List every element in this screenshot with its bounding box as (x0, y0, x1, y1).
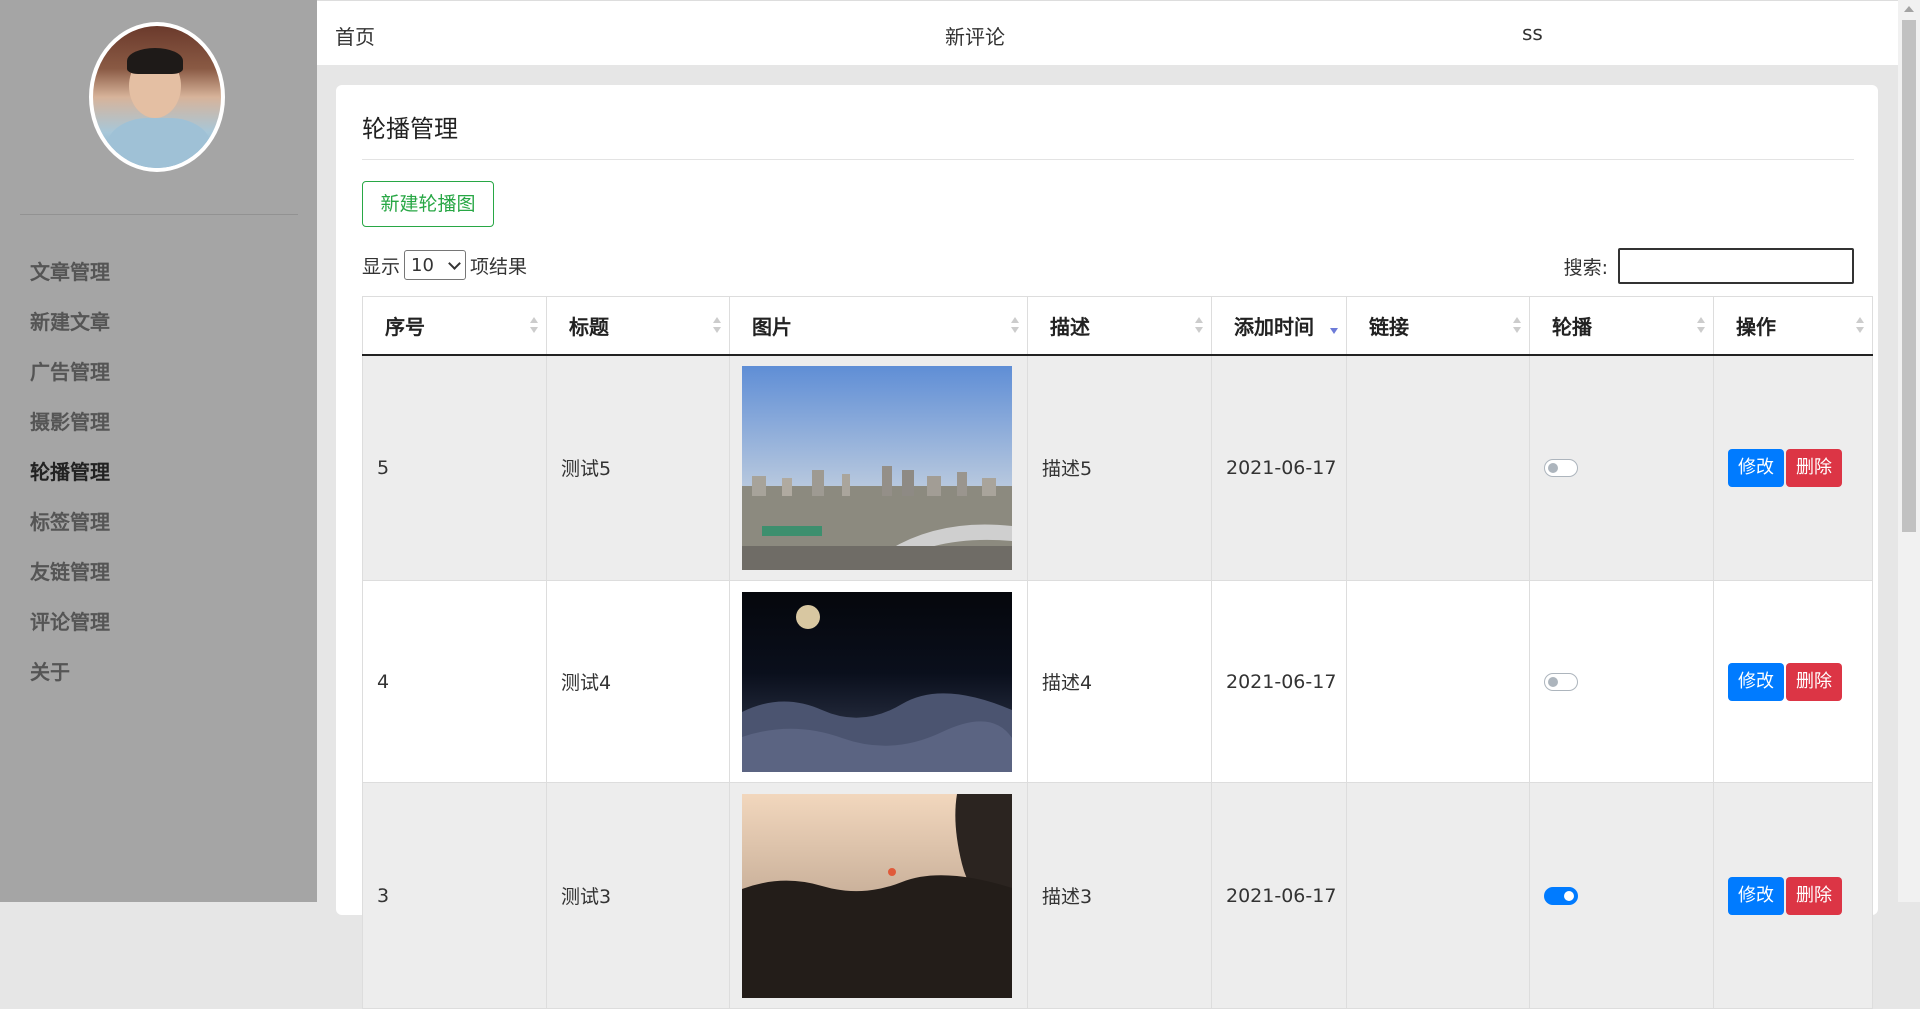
cell-id: 4 (362, 580, 547, 783)
column-header[interactable]: 图片 (729, 296, 1028, 356)
sidebar-item-about[interactable]: 关于 (30, 652, 110, 702)
column-header[interactable]: 标题 (546, 296, 730, 356)
page-title: 轮播管理 (362, 115, 458, 143)
page-scrollbar[interactable] (1898, 0, 1920, 902)
delete-button[interactable]: 删除 (1786, 876, 1842, 915)
sort-icon (1011, 317, 1019, 335)
sort-icon (1856, 317, 1864, 335)
delete-button[interactable]: 删除 (1786, 448, 1842, 487)
cell-id: 3 (362, 782, 547, 1009)
cell-carousel (1529, 580, 1714, 783)
scroll-up-icon[interactable] (1904, 6, 1914, 12)
chevron-down-icon (448, 256, 461, 270)
cell-desc: 描述3 (1027, 782, 1212, 1009)
cell-date: 2021-06-17 (1211, 354, 1347, 581)
length-prefix: 显示 (362, 255, 401, 278)
column-header[interactable]: 序号 (362, 296, 547, 356)
cell-image (729, 782, 1028, 1009)
column-header[interactable]: 操作 (1713, 296, 1873, 356)
cell-title: 测试4 (546, 580, 730, 783)
sidebar-item-articles[interactable]: 文章管理 (30, 252, 110, 302)
cell-link (1346, 354, 1530, 581)
sidebar: 文章管理 新建文章 广告管理 摄影管理 轮播管理 标签管理 友链管理 评论管理 … (0, 0, 317, 902)
nav-home[interactable]: 首页 (335, 21, 375, 50)
sidebar-item-tags[interactable]: 标签管理 (30, 502, 110, 552)
edit-button[interactable]: 修改 (1728, 448, 1784, 487)
sidebar-item-comments[interactable]: 评论管理 (30, 602, 110, 652)
page-length-select[interactable]: 10 (404, 250, 467, 280)
cell-desc: 描述5 (1027, 354, 1212, 581)
table-row: 5 测试5 描述5 2021-06-17 修改 删除 (362, 354, 1873, 581)
sidebar-item-ads[interactable]: 广告管理 (30, 352, 110, 402)
sort-icon (1513, 317, 1521, 335)
sunset-photo (742, 793, 1012, 998)
column-header[interactable]: 轮播 (1529, 296, 1714, 356)
sidebar-divider (20, 214, 298, 215)
title-divider (362, 159, 1854, 160)
cell-link (1346, 782, 1530, 1009)
edit-button[interactable]: 修改 (1728, 662, 1784, 701)
search-control: 搜索: (1564, 248, 1854, 284)
sort-icon (530, 317, 538, 335)
city-skyline-photo (742, 365, 1012, 570)
sidebar-item-carousel[interactable]: 轮播管理 (30, 452, 110, 502)
length-suffix: 项结果 (470, 255, 528, 278)
carousel-toggle[interactable] (1544, 458, 1578, 477)
delete-button[interactable]: 删除 (1786, 662, 1842, 701)
cell-carousel (1529, 354, 1714, 581)
page-length-value: 10 (411, 254, 434, 276)
cell-image (729, 354, 1028, 581)
cell-actions: 修改 删除 (1713, 580, 1873, 783)
carousel-toggle[interactable] (1544, 672, 1578, 691)
cell-date: 2021-06-17 (1211, 782, 1347, 1009)
search-label: 搜索: (1563, 256, 1608, 279)
column-header[interactable]: 描述 (1027, 296, 1212, 356)
nav-new-comments[interactable]: 新评论 (945, 21, 1005, 50)
sort-desc-icon (1330, 317, 1338, 335)
new-carousel-button[interactable]: 新建轮播图 (362, 181, 494, 227)
cell-id: 5 (362, 354, 547, 581)
sidebar-nav: 文章管理 新建文章 广告管理 摄影管理 轮播管理 标签管理 友链管理 评论管理 … (30, 252, 110, 702)
table-row: 4 测试4 描述4 2021-06-17 修改 删除 (362, 580, 1873, 783)
cell-actions: 修改 删除 (1713, 782, 1873, 1009)
content-card: 轮播管理 新建轮播图 显示 10 项结果 搜索: 序号 标题 图片 描述 添加时… (336, 85, 1878, 1009)
sort-icon (1195, 317, 1203, 335)
top-nav: 首页 新评论 ss (317, 0, 1898, 65)
cell-title: 测试5 (546, 354, 730, 581)
scrollbar-thumb[interactable] (1902, 20, 1916, 532)
cell-date: 2021-06-17 (1211, 580, 1347, 783)
sidebar-item-links[interactable]: 友链管理 (30, 552, 110, 602)
table-row: 3 测试3 描述3 2021-06-17 修改 删除 (362, 782, 1873, 1009)
table-header-row: 序号 标题 图片 描述 添加时间 链接 轮播 操作 (362, 296, 1873, 356)
carousel-table: 序号 标题 图片 描述 添加时间 链接 轮播 操作 5 测试5 描述5 2021… (362, 296, 1873, 1009)
column-header[interactable]: 链接 (1346, 296, 1530, 356)
page-length-control: 显示 10 项结果 (362, 250, 527, 280)
cell-actions: 修改 删除 (1713, 354, 1873, 581)
sidebar-item-new-article[interactable]: 新建文章 (30, 302, 110, 352)
cell-link (1346, 580, 1530, 783)
cell-image (729, 580, 1028, 783)
cell-carousel (1529, 782, 1714, 1009)
search-input[interactable] (1618, 248, 1854, 284)
avatar[interactable] (89, 22, 225, 172)
edit-button[interactable]: 修改 (1728, 876, 1784, 915)
sort-icon (713, 317, 721, 335)
column-header-sorted[interactable]: 添加时间 (1211, 296, 1347, 356)
nav-user[interactable]: ss (1522, 21, 1543, 45)
sidebar-item-photography[interactable]: 摄影管理 (30, 402, 110, 452)
sort-icon (1697, 317, 1705, 335)
cell-desc: 描述4 (1027, 580, 1212, 783)
cell-title: 测试3 (546, 782, 730, 1009)
moon-over-clouds-photo (742, 591, 1012, 772)
